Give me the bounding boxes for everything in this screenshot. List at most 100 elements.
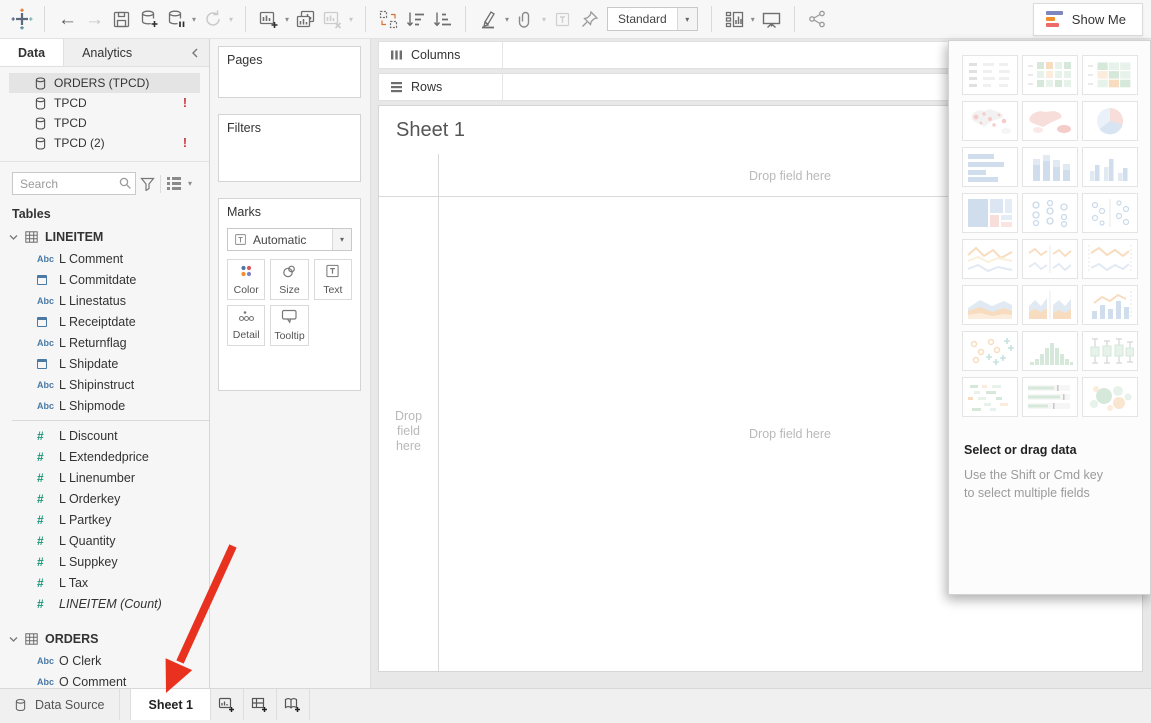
new-worksheet-button[interactable] (255, 6, 282, 33)
showme-dual-combination[interactable] (1082, 285, 1138, 325)
field-l-tax[interactable]: #L Tax (0, 572, 209, 593)
showme-highlight-table[interactable] (1022, 55, 1078, 95)
showme-side-by-side-bars[interactable] (1082, 147, 1138, 187)
highlight-caret[interactable]: ▾ (502, 15, 512, 24)
field-lineitem-count[interactable]: #LINEITEM (Count) (0, 593, 209, 614)
sheet-tab-sheet1[interactable]: Sheet 1 (130, 689, 210, 720)
fix-axes-pin-button[interactable] (576, 6, 603, 33)
field-l-shipinstruct[interactable]: AbcL Shipinstruct (0, 374, 209, 395)
showme-lines-continuous[interactable] (962, 239, 1018, 279)
pages-shelf[interactable]: Pages (218, 46, 361, 98)
showme-histogram[interactable] (1022, 331, 1078, 371)
refresh-caret[interactable]: ▾ (226, 15, 236, 24)
showme-circle-views[interactable] (1022, 193, 1078, 233)
presentation-mode-button[interactable] (758, 6, 785, 33)
new-story-tab-button[interactable] (277, 689, 310, 720)
showme-filled-map[interactable] (1022, 101, 1078, 141)
size-mark-button[interactable]: Size (270, 259, 308, 300)
mark-type-caret[interactable]: ▾ (332, 229, 351, 250)
pause-auto-updates-caret[interactable]: ▾ (189, 15, 199, 24)
new-worksheet-caret[interactable]: ▾ (282, 15, 292, 24)
sort-descending-button[interactable] (429, 6, 456, 33)
tab-data[interactable]: Data (0, 39, 64, 66)
duplicate-sheet-button[interactable] (292, 6, 319, 33)
filter-fields-icon[interactable] (136, 173, 158, 195)
format-annotations-button[interactable] (512, 6, 539, 33)
field-l-commitdate[interactable]: L Commitdate (0, 269, 209, 290)
redo-button[interactable]: → (81, 6, 108, 33)
show-hide-cards-button[interactable] (721, 6, 748, 33)
field-l-shipdate[interactable]: L Shipdate (0, 353, 209, 374)
field-o-comment[interactable]: AbcO Comment (0, 671, 209, 688)
color-mark-button[interactable]: Color (227, 259, 265, 300)
refresh-button[interactable] (199, 6, 226, 33)
show-me-button[interactable]: Show Me (1033, 3, 1143, 36)
field-l-partkey[interactable]: #L Partkey (0, 509, 209, 530)
swap-rows-columns-button[interactable] (375, 6, 402, 33)
save-button[interactable] (108, 6, 135, 33)
datasource-item-orders-tpcd[interactable]: ORDERS (TPCD) (9, 73, 200, 93)
drop-zone-rows[interactable]: Drop field here (379, 409, 438, 454)
field-l-returnflag[interactable]: AbcL Returnflag (0, 332, 209, 353)
showme-dual-lines[interactable] (1082, 239, 1138, 279)
datasource-item-tpcd[interactable]: TPCD (9, 113, 200, 133)
fit-selector[interactable]: Standard ▾ (607, 7, 698, 31)
field-l-receiptdate[interactable]: L Receiptdate (0, 311, 209, 332)
showme-heat-map[interactable] (1082, 55, 1138, 95)
label-button[interactable] (549, 6, 576, 33)
table-group-orders[interactable]: ORDERS (0, 627, 209, 650)
showme-treemap[interactable] (962, 193, 1018, 233)
showme-pie-chart[interactable] (1082, 101, 1138, 141)
new-dashboard-tab-button[interactable] (244, 689, 277, 720)
tab-analytics[interactable]: Analytics (64, 39, 150, 66)
showme-bullet-graph[interactable] (1022, 377, 1078, 417)
sort-ascending-button[interactable] (402, 6, 429, 33)
datasource-item-tpcd[interactable]: TPCD! (9, 93, 200, 113)
table-group-lineitem[interactable]: LINEITEM (0, 225, 209, 248)
clear-sheet-caret[interactable]: ▾ (346, 15, 356, 24)
pause-auto-updates-button[interactable] (162, 6, 189, 33)
showme-horizontal-bars[interactable] (962, 147, 1018, 187)
showme-area-continuous[interactable] (962, 285, 1018, 325)
undo-button[interactable]: ← (54, 6, 81, 33)
showme-scatter-plot[interactable] (962, 331, 1018, 371)
new-data-source-button[interactable] (135, 6, 162, 33)
showme-area-discrete[interactable] (1022, 285, 1078, 325)
showme-symbol-map[interactable] (962, 101, 1018, 141)
detail-mark-button[interactable]: Detail (227, 305, 265, 346)
showme-packed-bubbles[interactable] (1082, 377, 1138, 417)
filters-shelf[interactable]: Filters (218, 114, 361, 182)
tooltip-mark-button[interactable]: Tooltip (270, 305, 308, 346)
field-l-extendedprice[interactable]: #L Extendedprice (0, 446, 209, 467)
showme-box-and-whisker[interactable] (1082, 331, 1138, 371)
field-o-clerk[interactable]: AbcO Clerk (0, 650, 209, 671)
showme-gantt[interactable] (962, 377, 1018, 417)
show-me-grid (962, 55, 1150, 417)
datasource-item-tpcd-2[interactable]: TPCD (2)! (9, 133, 200, 153)
field-l-quantity[interactable]: #L Quantity (0, 530, 209, 551)
share-button[interactable] (804, 6, 831, 33)
field-l-linenumber[interactable]: #L Linenumber (0, 467, 209, 488)
highlight-button[interactable] (475, 6, 502, 33)
data-source-tab[interactable]: Data Source (0, 689, 120, 720)
mark-type-dropdown[interactable]: Automatic ▾ (227, 228, 352, 251)
showme-side-by-side-circles[interactable] (1082, 193, 1138, 233)
fit-selector-caret[interactable]: ▾ (677, 8, 697, 30)
collapse-pane-icon[interactable] (181, 39, 209, 66)
new-worksheet-tab-button[interactable] (211, 689, 244, 720)
view-options-caret[interactable]: ▾ (185, 179, 195, 188)
field-l-orderkey[interactable]: #L Orderkey (0, 488, 209, 509)
field-l-shipmode[interactable]: AbcL Shipmode (0, 395, 209, 416)
field-l-linestatus[interactable]: AbcL Linestatus (0, 290, 209, 311)
showme-text-table[interactable] (962, 55, 1018, 95)
text-mark-button[interactable]: Text (314, 259, 352, 300)
showme-stacked-bars[interactable] (1022, 147, 1078, 187)
view-options-icon[interactable] (163, 173, 185, 195)
clear-sheet-button[interactable] (319, 6, 346, 33)
show-hide-cards-caret[interactable]: ▾ (748, 15, 758, 24)
field-l-discount[interactable]: #L Discount (0, 425, 209, 446)
format-annotations-caret[interactable]: ▾ (539, 15, 549, 24)
field-l-comment[interactable]: AbcL Comment (0, 248, 209, 269)
field-l-suppkey[interactable]: #L Suppkey (0, 551, 209, 572)
showme-lines-discrete[interactable] (1022, 239, 1078, 279)
